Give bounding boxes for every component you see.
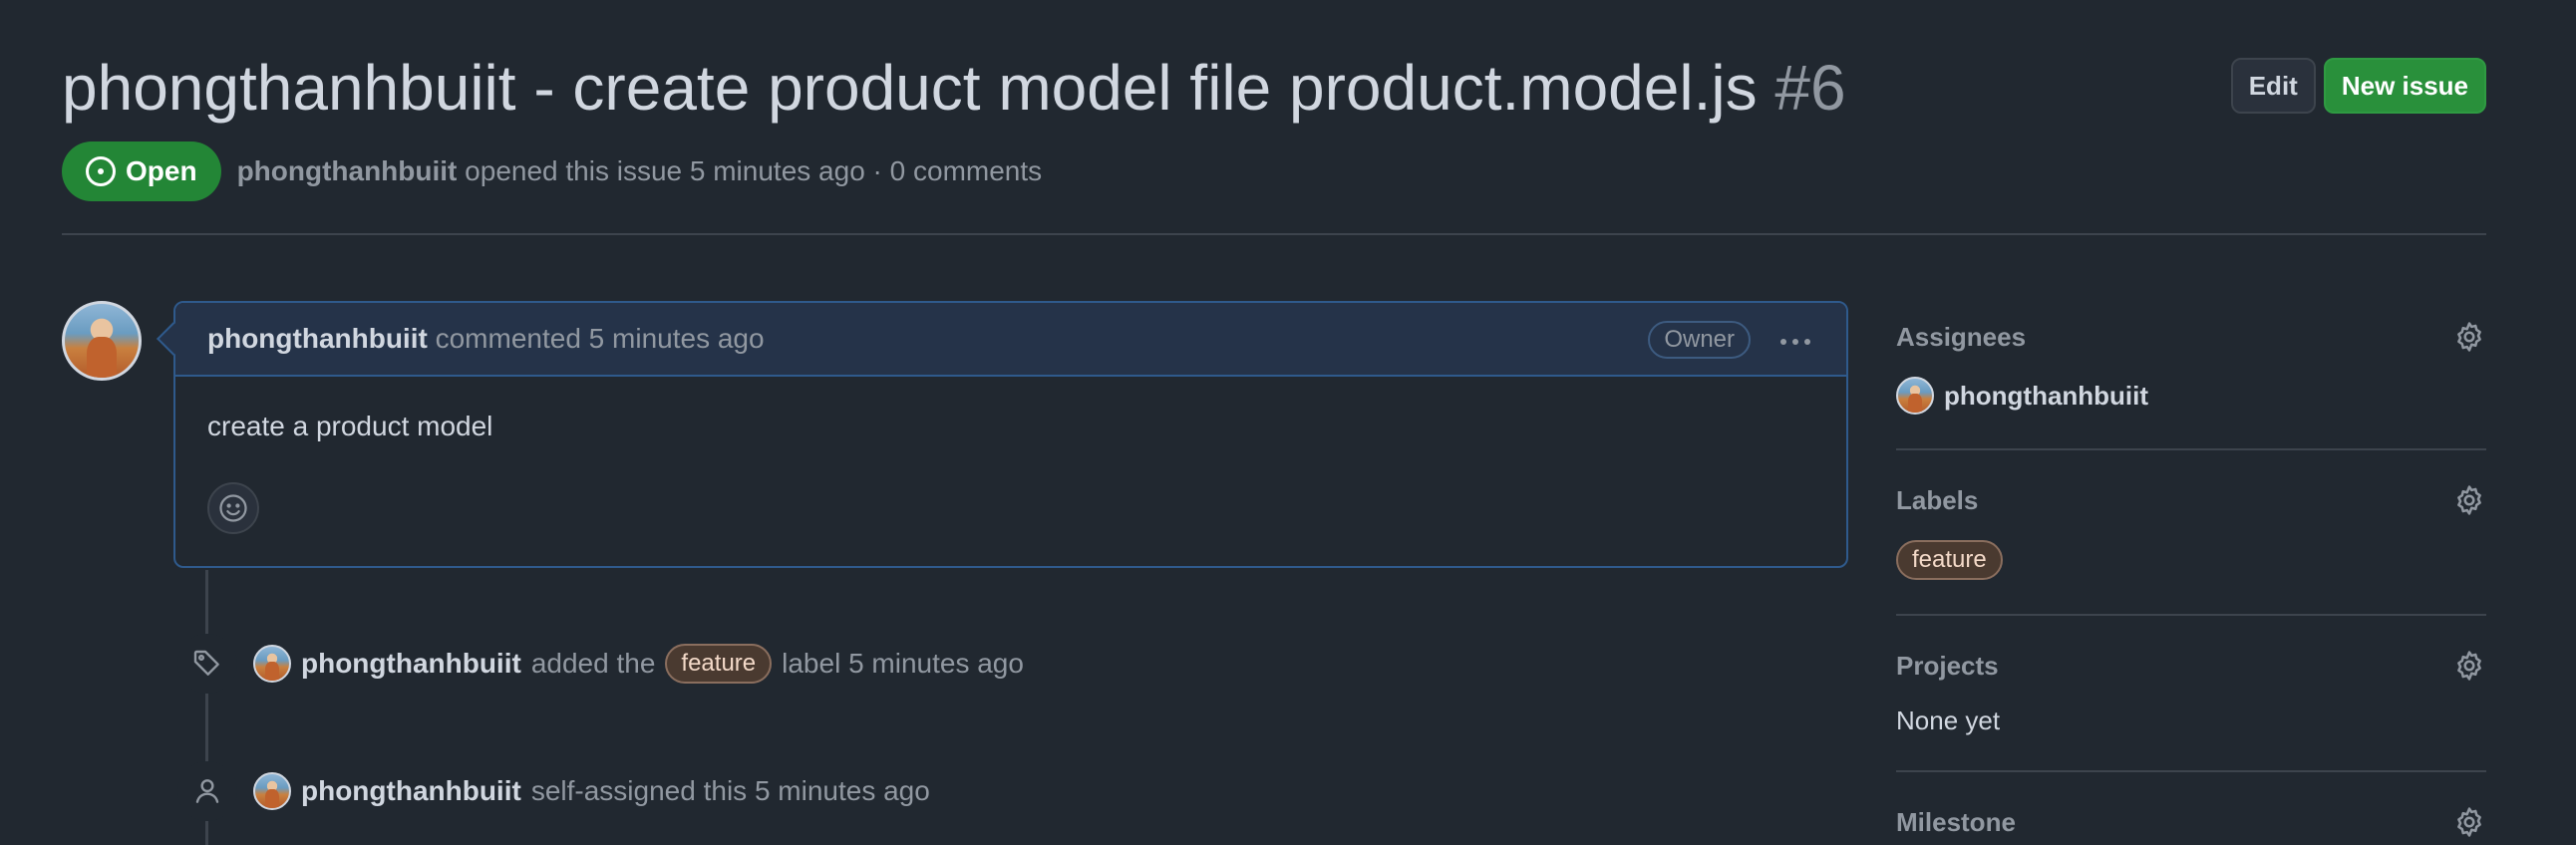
- sidebar-label-feature[interactable]: feature: [1896, 540, 2003, 580]
- owner-badge: Owner: [1648, 321, 1751, 359]
- timeline-assigned-text: self-assigned this 5 minutes ago: [530, 775, 930, 806]
- state-label: Open: [126, 155, 197, 186]
- milestone-title: Milestone: [1896, 806, 2016, 837]
- actor-link[interactable]: phongthanhbuiit: [301, 648, 521, 680]
- timeline-before: added the: [530, 648, 656, 679]
- header-divider: [62, 233, 2486, 235]
- sidebar-labels: Labels feature: [1896, 472, 2486, 616]
- issue-number: #6: [1774, 52, 1846, 124]
- issue-page: phongthanhbuiit - create product model f…: [0, 0, 2576, 845]
- issue-title-text: phongthanhbuiit - create product model f…: [62, 52, 1758, 124]
- comment-action: commented 5 minutes ago: [435, 323, 765, 354]
- comment-options-icon[interactable]: [1780, 339, 1810, 345]
- gear-icon[interactable]: [2452, 320, 2486, 354]
- issue-meta: Open phongthanhbuiit opened this issue 5…: [62, 141, 1042, 201]
- gear-icon[interactable]: [2452, 649, 2486, 683]
- sidebar-projects: Projects None yet: [1896, 638, 2486, 772]
- assignees-title: Assignees: [1896, 321, 2027, 352]
- projects-title: Projects: [1896, 650, 1999, 681]
- issue-sidebar: Assignees phongthanhbuiit Labels feature…: [1896, 309, 2486, 845]
- edit-button[interactable]: Edit: [2230, 58, 2316, 114]
- add-reaction-button[interactable]: [207, 482, 259, 534]
- issue-title: phongthanhbuiit - create product model f…: [62, 48, 1846, 128]
- smiley-icon: [219, 494, 247, 522]
- comment-box: phongthanhbuiit commented 5 minutes ago …: [173, 301, 1848, 568]
- comment-author-line: phongthanhbuiit commented 5 minutes ago: [207, 323, 765, 355]
- new-issue-button[interactable]: New issue: [2323, 58, 2486, 114]
- assignee-link[interactable]: phongthanhbuiit: [1944, 381, 2148, 412]
- timeline-after: label 5 minutes ago: [782, 648, 1024, 679]
- comment-body: create a product model: [207, 411, 493, 441]
- actor-avatar[interactable]: [253, 645, 291, 683]
- person-icon: [177, 761, 237, 821]
- assignee-avatar[interactable]: [1896, 377, 1934, 415]
- timeline-text: phongthanhbuiit added the feature label …: [253, 644, 1024, 684]
- tag-icon: [177, 634, 237, 694]
- issue-open-icon: [86, 156, 116, 186]
- sidebar-assignees: Assignees phongthanhbuiit: [1896, 309, 2486, 450]
- issue-author-link[interactable]: phongthanhbuiit: [237, 155, 458, 186]
- issue-meta-suffix: opened this issue 5 minutes ago · 0 comm…: [465, 155, 1043, 186]
- actor-avatar[interactable]: [253, 772, 291, 810]
- header-actions: Edit New issue: [2230, 58, 2486, 114]
- projects-value: None yet: [1896, 705, 2001, 735]
- issue-meta-text: phongthanhbuiit opened this issue 5 minu…: [237, 155, 1043, 187]
- gear-icon[interactable]: [2452, 483, 2486, 517]
- timeline-item-labeled: phongthanhbuiit added the feature label …: [177, 634, 1024, 694]
- labels-title: Labels: [1896, 484, 1979, 515]
- timeline-item-assigned: phongthanhbuiit self-assigned this 5 min…: [177, 761, 930, 821]
- actor-link[interactable]: phongthanhbuiit: [301, 775, 521, 807]
- comment-author-link[interactable]: phongthanhbuiit: [207, 323, 428, 354]
- label-chip-feature[interactable]: feature: [665, 644, 773, 684]
- sidebar-milestone: Milestone: [1896, 794, 2486, 845]
- gear-icon[interactable]: [2452, 805, 2486, 839]
- state-badge: Open: [62, 141, 221, 201]
- timeline-text: phongthanhbuiit self-assigned this 5 min…: [253, 772, 930, 810]
- comment-header: phongthanhbuiit commented 5 minutes ago …: [175, 303, 1846, 377]
- comment-author-avatar[interactable]: [62, 301, 142, 381]
